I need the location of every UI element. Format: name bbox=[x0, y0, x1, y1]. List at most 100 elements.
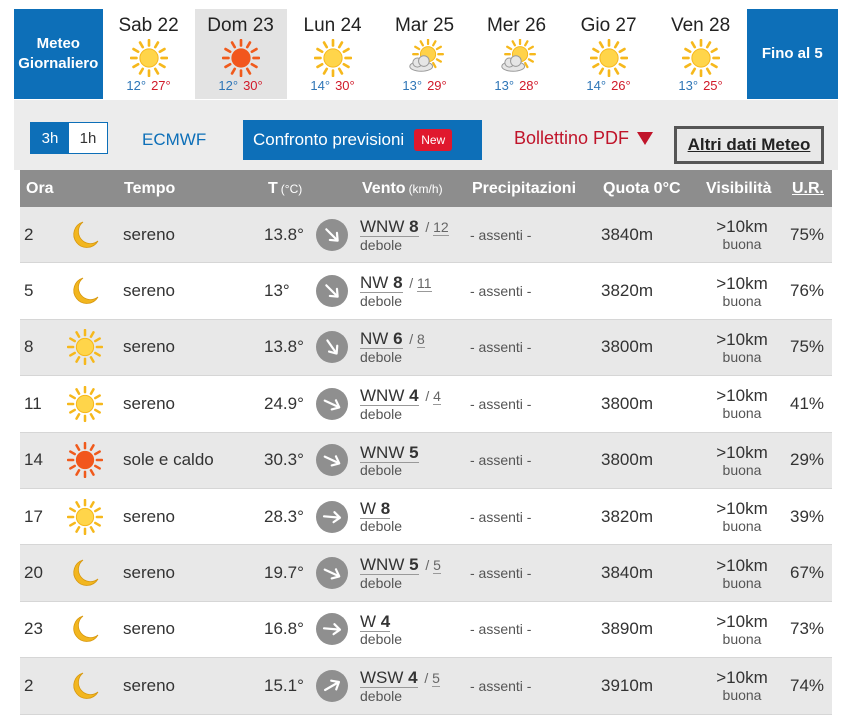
hour-cell: 14 bbox=[24, 450, 43, 470]
max-temp: 29° bbox=[427, 78, 447, 93]
header-vento-unit: (km/h) bbox=[408, 181, 443, 196]
table-row: 14 sole e caldo 30.3° WNW 5 debole - ass… bbox=[20, 432, 832, 489]
min-temp: 13° bbox=[494, 78, 515, 93]
compare-forecasts-button[interactable]: Confronto previsioni New bbox=[243, 120, 482, 160]
header-ur[interactable]: U.R. bbox=[792, 170, 824, 207]
compare-forecasts-label: Confronto previsioni bbox=[253, 130, 405, 149]
wind-direction[interactable]: W 8 bbox=[360, 499, 391, 520]
wind-speed: 8 bbox=[409, 216, 419, 236]
precipitation: - assenti - bbox=[470, 226, 532, 243]
day-temps: 13° 28° bbox=[471, 78, 563, 93]
visibility-desc: buona bbox=[722, 236, 762, 253]
wind-speed: 5 bbox=[409, 442, 419, 462]
visibility-value: >10km bbox=[716, 499, 768, 519]
hour-cell: 2 bbox=[24, 675, 34, 695]
wind-cell: WNW 8 / 12 debole bbox=[360, 207, 449, 262]
wind-direction[interactable]: NW 6 bbox=[360, 329, 403, 350]
wind-gust-value: 11 bbox=[417, 275, 432, 293]
model-link[interactable]: ECMWF bbox=[142, 130, 206, 150]
day-temps: 14° 30° bbox=[287, 78, 379, 93]
wind-gust: / 8 bbox=[409, 331, 425, 349]
day-tab[interactable]: Ven 28 13° 25° bbox=[655, 9, 747, 99]
temperature: 28.3° bbox=[264, 506, 304, 526]
max-temp: 25° bbox=[703, 78, 723, 93]
wind-strength: debole bbox=[360, 687, 403, 704]
wind-gust-value: 8 bbox=[417, 331, 425, 349]
wind-cell: NW 8 / 11 debole bbox=[360, 263, 432, 318]
wind-direction[interactable]: W 4 bbox=[360, 611, 391, 632]
daily-forecast-button[interactable]: Meteo Giornaliero bbox=[14, 9, 103, 99]
humidity: 73% bbox=[790, 619, 825, 639]
day-tab[interactable]: Gio 27 14° 26° bbox=[563, 9, 655, 99]
precipitation: - assenti - bbox=[470, 452, 532, 469]
wind-direction[interactable]: WNW 8 bbox=[360, 216, 419, 237]
table-row: 17 sereno 28.3° W 8 debole - assenti - 3… bbox=[20, 488, 832, 546]
table-row: 2 sereno 15.1° WSW 4 / 5 debole - assent… bbox=[20, 658, 832, 715]
precipitation: - assenti - bbox=[470, 339, 532, 356]
wind-direction[interactable]: WNW 5 bbox=[360, 555, 419, 576]
hour-cell: 20 bbox=[24, 563, 43, 583]
wind-cell: W 8 debole bbox=[360, 489, 402, 544]
toolbar: 3h 1h ECMWF Confronto previsioni New Bol… bbox=[14, 100, 838, 170]
wind-speed: 5 bbox=[409, 555, 419, 575]
wind-direction-icon bbox=[316, 376, 348, 431]
triangle-down-icon bbox=[637, 132, 654, 145]
wind-direction-text: W bbox=[360, 611, 377, 631]
freezing-level: 3840m bbox=[601, 224, 653, 244]
max-temp: 30° bbox=[335, 78, 355, 93]
header-precipitazioni: Precipitazioni bbox=[472, 179, 577, 197]
wind-direction[interactable]: WNW 4 bbox=[360, 385, 419, 406]
wind-gust-value: 5 bbox=[432, 669, 440, 687]
day-tab[interactable]: Sab 22 12° 27° bbox=[103, 9, 195, 99]
moon-icon bbox=[66, 658, 104, 713]
wind-gust-value: 4 bbox=[433, 387, 441, 405]
min-temp: 13° bbox=[402, 78, 423, 93]
interval-1h-button[interactable]: 1h bbox=[69, 123, 107, 153]
wind-gust-value: 5 bbox=[433, 557, 441, 575]
wind-direction-text: W bbox=[360, 499, 377, 519]
hour-cell: 8 bbox=[24, 337, 34, 357]
visibility-value: >10km bbox=[716, 217, 768, 237]
sun-icon bbox=[655, 38, 747, 78]
wind-gust: / 5 bbox=[424, 669, 440, 687]
fino-al-5-button[interactable]: Fino al 5 bbox=[746, 9, 838, 99]
freezing-level: 3800m bbox=[601, 393, 653, 413]
wind-direction-text: NW bbox=[360, 329, 389, 349]
temperature: 19.7° bbox=[264, 563, 304, 583]
temperature: 13.8° bbox=[264, 337, 304, 357]
day-tab[interactable]: Mar 25 13° 29° bbox=[379, 9, 471, 99]
precipitation: - assenti - bbox=[470, 395, 532, 412]
humidity: 75% bbox=[790, 224, 825, 244]
freezing-level: 3840m bbox=[601, 563, 653, 583]
wind-strength: debole bbox=[360, 349, 403, 366]
wind-direction-icon bbox=[316, 433, 348, 488]
wind-direction[interactable]: WSW 4 bbox=[360, 667, 418, 688]
visibility-value: >10km bbox=[716, 386, 768, 406]
precipitation: - assenti - bbox=[470, 508, 532, 525]
wind-strength: debole bbox=[360, 405, 403, 422]
day-tab[interactable]: Dom 23 12° 30° bbox=[194, 9, 287, 99]
day-tab[interactable]: Mer 26 13° 28° bbox=[471, 9, 563, 99]
wind-strength: debole bbox=[360, 575, 403, 592]
day-temps: 13° 25° bbox=[655, 78, 747, 93]
forecast-table: Ora Tempo T (°C) Vento (km/h) Precipitaz… bbox=[20, 170, 832, 715]
max-temp: 27° bbox=[151, 78, 171, 93]
temperature: 13° bbox=[264, 281, 290, 301]
interval-3h-button[interactable]: 3h bbox=[31, 123, 69, 153]
wind-direction[interactable]: WNW 5 bbox=[360, 442, 419, 463]
wind-direction[interactable]: NW 8 bbox=[360, 273, 403, 294]
day-tab[interactable]: Lun 24 14° 30° bbox=[287, 9, 379, 99]
moon-icon bbox=[66, 602, 104, 657]
visibility-value: >10km bbox=[716, 442, 768, 462]
day-strip: Meteo Giornaliero Sab 22 12° 27° Dom 23 1… bbox=[14, 9, 838, 99]
sun-cloud-icon bbox=[471, 38, 563, 78]
visibility-desc: buona bbox=[722, 518, 762, 535]
moon-icon bbox=[66, 545, 104, 600]
table-row: 8 sereno 13.8° NW 6 / 8 debole - assenti… bbox=[20, 319, 832, 377]
temperature: 30.3° bbox=[264, 450, 304, 470]
visibility-desc: buona bbox=[722, 687, 762, 704]
humidity: 29% bbox=[790, 450, 825, 470]
more-weather-data-button[interactable]: Altri dati Meteo bbox=[674, 126, 824, 164]
day-name: Mar 25 bbox=[394, 15, 455, 36]
pdf-bulletin-link[interactable]: Bollettino PDF bbox=[514, 128, 654, 149]
